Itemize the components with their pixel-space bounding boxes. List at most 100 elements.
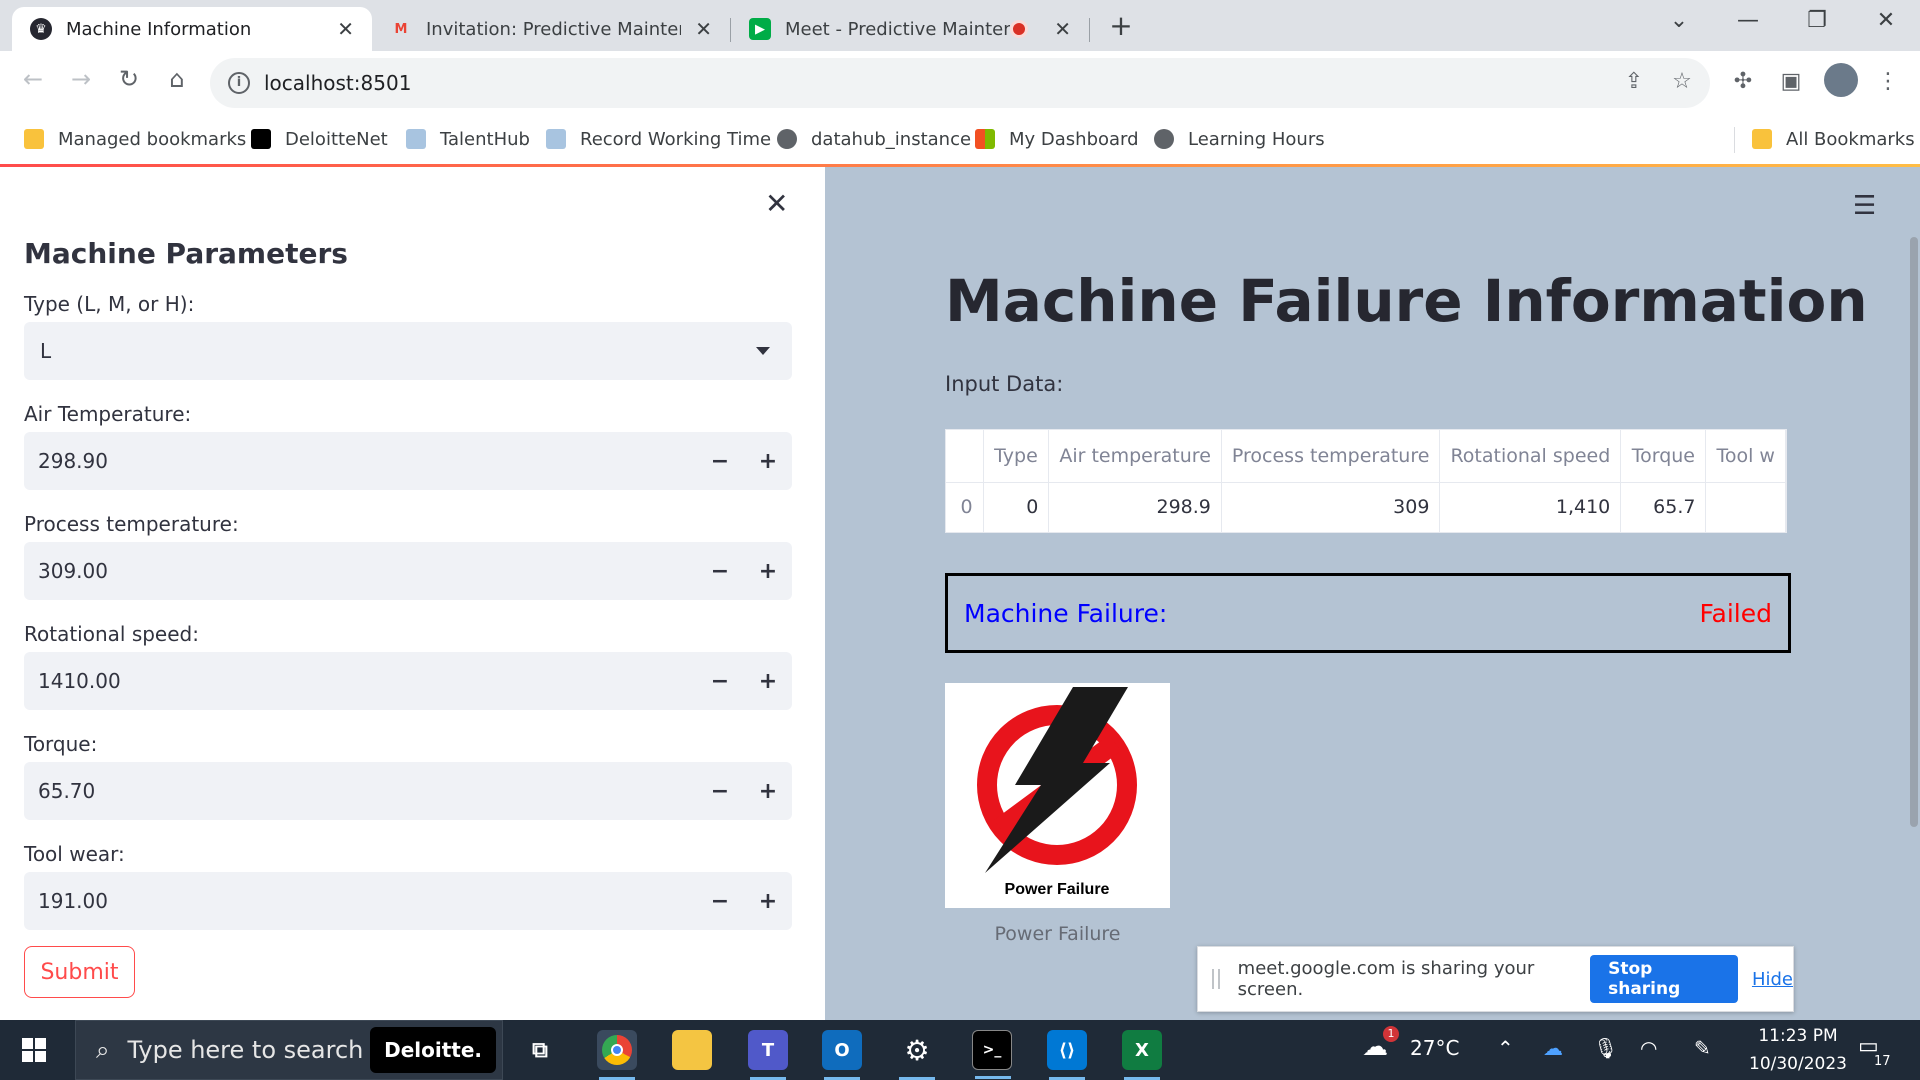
input-value[interactable]: 309.00 (38, 559, 696, 583)
chrome-icon[interactable] (597, 1030, 637, 1080)
increment-button[interactable]: + (744, 779, 792, 804)
share-icon[interactable]: ⇪ (1618, 69, 1650, 94)
bookmark-learning-hours[interactable]: Learning Hours (1154, 125, 1325, 153)
decrement-button[interactable]: − (696, 449, 744, 474)
table-cell[interactable]: 65.7 (1620, 482, 1707, 532)
wifi-icon[interactable]: ◠ (1640, 1036, 1657, 1060)
decrement-button[interactable]: − (696, 669, 744, 694)
table-header[interactable]: Tool w (1705, 430, 1786, 483)
table-header[interactable]: Torque (1620, 430, 1707, 483)
close-tab-icon[interactable]: ✕ (337, 17, 354, 41)
increment-button[interactable]: + (744, 449, 792, 474)
table-header[interactable]: Air temperature (1048, 430, 1222, 483)
field-label: Tool wear: (24, 842, 125, 866)
weather-temp[interactable]: 27°C (1410, 1036, 1459, 1060)
bookmark-talenthub[interactable]: TalentHub (406, 125, 530, 153)
task-view-icon[interactable]: ⧉ (520, 1030, 560, 1070)
clock-time[interactable]: 11:23 PM (1743, 1026, 1853, 1046)
bookmark-managed[interactable]: Managed bookmarks (24, 125, 246, 153)
bookmark-datahub[interactable]: datahub_instance (777, 125, 971, 153)
settings-gear-icon[interactable]: ⚙ (897, 1030, 937, 1080)
torque-input[interactable]: 65.70 − + (24, 762, 792, 820)
tab-search-chevron-icon[interactable]: ⌄ (1659, 8, 1699, 33)
decrement-button[interactable]: − (696, 559, 744, 584)
bookmark-all[interactable]: All Bookmarks (1752, 125, 1915, 153)
extensions-icon[interactable]: ✣ (1727, 69, 1759, 94)
decrement-button[interactable]: − (696, 889, 744, 914)
hamburger-menu-icon[interactable]: ☰ (1853, 191, 1876, 221)
close-tab-icon[interactable]: ✕ (695, 17, 712, 41)
tab-google-meet[interactable]: ▶ Meet - Predictive Maintenance ✕ (731, 7, 1089, 51)
input-value[interactable]: 1410.00 (38, 669, 696, 693)
menu-kebab-icon[interactable]: ⋮ (1872, 69, 1904, 94)
stop-sharing-button[interactable]: Stop sharing (1590, 955, 1738, 1003)
table-cell[interactable]: 298.9 (1048, 482, 1222, 532)
terminal-icon[interactable]: >_ (972, 1030, 1012, 1079)
input-value[interactable]: 191.00 (38, 889, 696, 913)
deloitte-logo[interactable]: Deloitte. (370, 1027, 496, 1073)
drag-handle-icon[interactable] (1212, 969, 1220, 989)
hide-link[interactable]: Hide (1752, 969, 1793, 990)
main-scrollbar[interactable] (1910, 237, 1918, 827)
increment-button[interactable]: + (744, 669, 792, 694)
home-icon[interactable]: ⌂ (159, 65, 195, 93)
table-cell[interactable] (1705, 482, 1786, 532)
onedrive-icon[interactable]: ☁ (1543, 1036, 1563, 1060)
increment-button[interactable]: + (744, 889, 792, 914)
type-select[interactable]: L (24, 322, 792, 380)
tab-gmail-invitation[interactable]: M Invitation: Predictive Maintenance ✕ (372, 7, 730, 51)
vscode-icon[interactable]: ⟨⟩ (1047, 1030, 1087, 1080)
submit-button[interactable]: Submit (24, 946, 135, 998)
increment-button[interactable]: + (744, 559, 792, 584)
tab-machine-information[interactable]: ♛ Machine Information ✕ (12, 7, 372, 51)
close-window-icon[interactable]: ✕ (1866, 8, 1906, 33)
pen-icon[interactable]: ✎ (1694, 1036, 1711, 1060)
air-temperature-input[interactable]: 298.90 − + (24, 432, 792, 490)
process-temperature-input[interactable]: 309.00 − + (24, 542, 792, 600)
new-tab-icon[interactable]: + (1101, 9, 1141, 42)
input-value[interactable]: 298.90 (38, 449, 696, 473)
bookmark-deloittenet[interactable]: DeloitteNet (251, 125, 388, 153)
table-header[interactable]: Process temperature (1221, 430, 1441, 483)
teams-icon[interactable]: T (748, 1030, 788, 1080)
field-label: Process temperature: (24, 512, 239, 536)
tool-wear-input[interactable]: 191.00 − + (24, 872, 792, 930)
bookmarks-bar: Managed bookmarks DeloitteNet TalentHub … (0, 115, 1920, 165)
table-header[interactable]: Type (983, 430, 1050, 483)
table-header-index (946, 430, 984, 483)
table-header[interactable]: Rotational speed (1439, 430, 1622, 483)
clock-date[interactable]: 10/30/2023 (1743, 1054, 1853, 1074)
microphone-icon[interactable]: 🎙 (1593, 1036, 1618, 1060)
deloitte-icon (251, 129, 271, 149)
forward-icon[interactable]: → (63, 65, 99, 93)
close-tab-icon[interactable]: ✕ (1054, 17, 1071, 41)
site-info-icon[interactable]: i (228, 72, 250, 94)
file-explorer-icon[interactable] (672, 1030, 712, 1070)
taskbar-search[interactable]: ⌕ Type here to search Deloitte. (75, 1020, 503, 1080)
windows-start-icon[interactable] (22, 1038, 46, 1062)
input-value[interactable]: 65.70 (38, 779, 696, 803)
close-sidebar-icon[interactable]: ✕ (765, 187, 788, 220)
decrement-button[interactable]: − (696, 779, 744, 804)
bookmark-star-icon[interactable]: ☆ (1666, 69, 1698, 94)
bookmark-record-working-time[interactable]: Record Working Time (546, 125, 771, 153)
profile-avatar[interactable] (1824, 63, 1858, 97)
input-data-table[interactable]: Type Air temperature Process temperature… (945, 429, 1787, 533)
reload-icon[interactable]: ↻ (111, 65, 147, 93)
outlook-icon[interactable]: O (822, 1030, 862, 1080)
back-icon[interactable]: ← (15, 65, 51, 93)
table-cell[interactable]: 1,410 (1439, 482, 1622, 532)
table-cell[interactable]: 0 (983, 482, 1050, 532)
power-failure-icon: Power Failure (977, 687, 1137, 898)
url-text: localhost:8501 (264, 71, 412, 95)
side-panel-icon[interactable]: ▣ (1775, 69, 1807, 94)
minimize-icon[interactable]: — (1728, 8, 1768, 33)
globe-icon (1154, 129, 1174, 149)
rotational-speed-input[interactable]: 1410.00 − + (24, 652, 792, 710)
table-cell[interactable]: 309 (1221, 482, 1441, 532)
tray-chevron-icon[interactable]: ⌃ (1497, 1036, 1514, 1060)
bookmark-my-dashboard[interactable]: My Dashboard (975, 125, 1139, 153)
restore-icon[interactable]: ❐ (1797, 8, 1837, 33)
excel-icon[interactable]: X (1122, 1030, 1162, 1080)
address-bar[interactable]: i localhost:8501 (210, 58, 1710, 108)
